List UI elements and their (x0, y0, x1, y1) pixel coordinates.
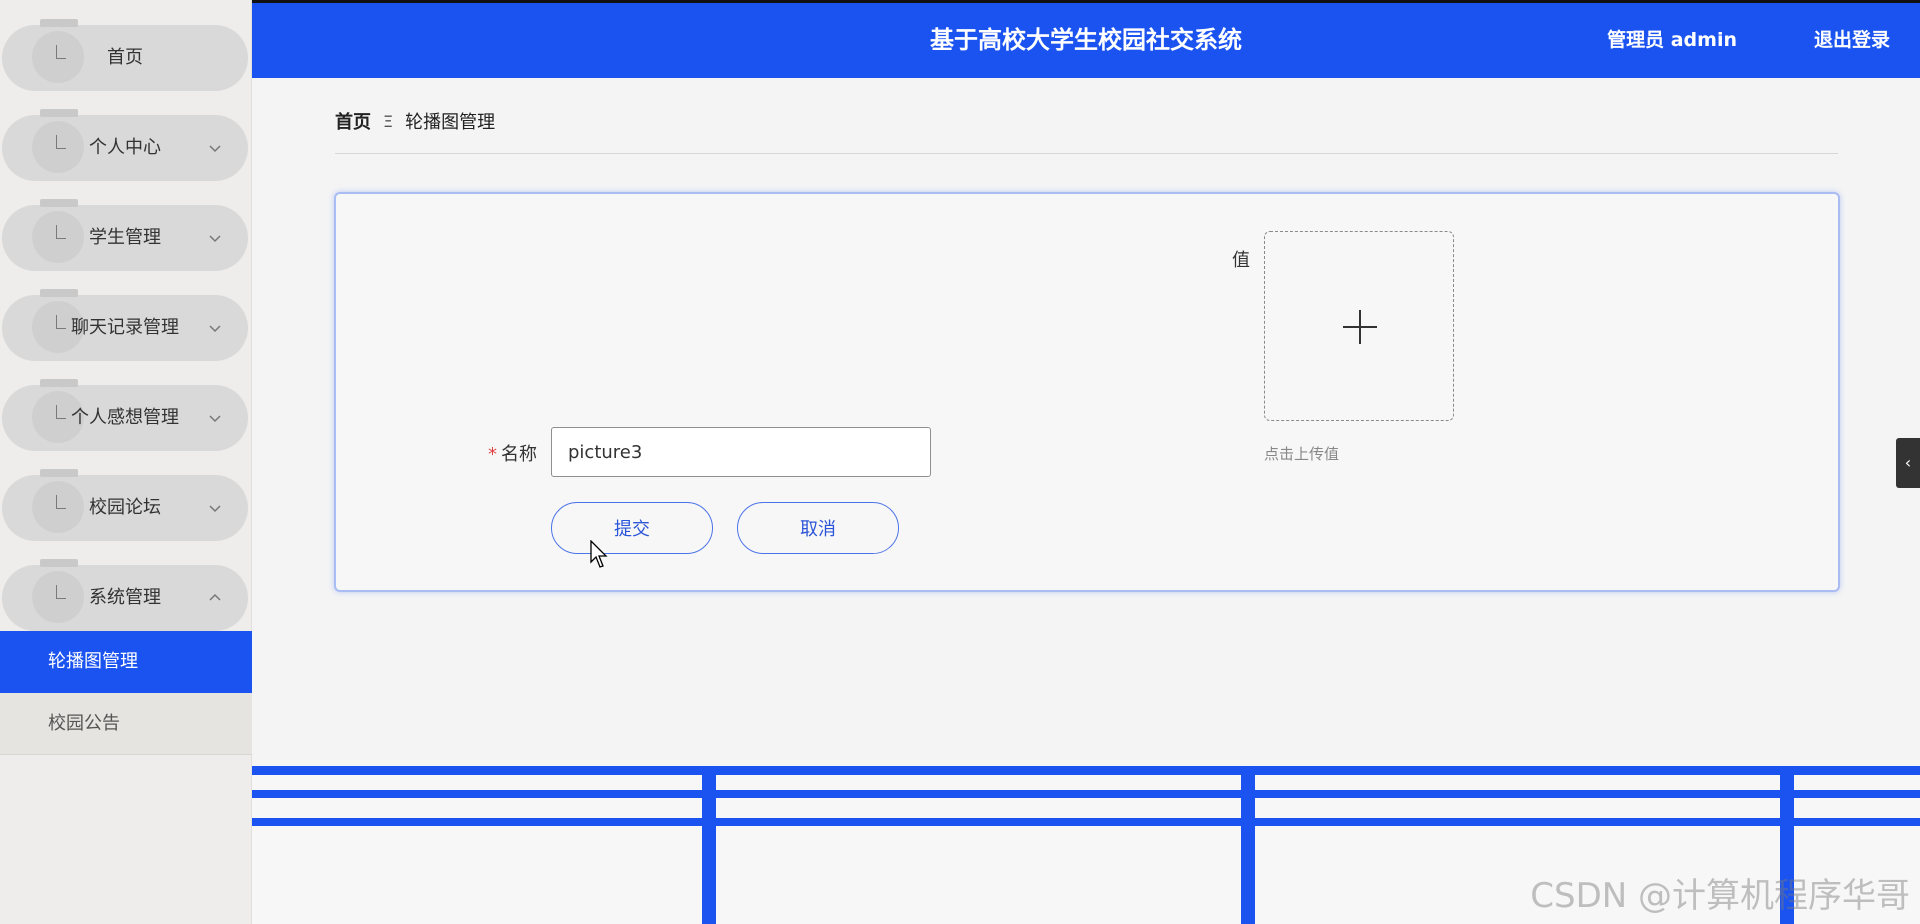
sidebar-item-student-management[interactable]: 学生管理 (2, 199, 248, 271)
image-upload-box[interactable] (1264, 231, 1454, 421)
value-field-label: 值 (1232, 250, 1250, 271)
sidebar-item-label: 首页 (107, 47, 143, 68)
decorative-stripe (702, 766, 716, 924)
sidebar-item-personal-thoughts[interactable]: 个人感想管理 (2, 379, 248, 451)
sidebar-item-home[interactable]: 首页 (2, 19, 248, 91)
submit-button[interactable]: 提交 (551, 502, 713, 554)
sidebar-item-campus-forum[interactable]: 校园论坛 (2, 469, 248, 541)
sidebar-subitem-campus-notice[interactable]: 校园公告 (0, 693, 252, 755)
breadcrumb: 首页 Ξ 轮播图管理 (335, 108, 495, 134)
plus-icon (1359, 310, 1361, 344)
chevron-up-icon (209, 593, 221, 601)
chevron-down-icon (209, 325, 221, 333)
decorative-stripe (1241, 766, 1255, 924)
sidebar-item-chat-records[interactable]: 聊天记录管理 (2, 289, 248, 361)
collapse-panel-tab[interactable]: ‹ (1896, 438, 1920, 488)
chevron-down-icon (209, 505, 221, 513)
chevron-down-icon (209, 415, 221, 423)
chevron-down-icon (209, 235, 221, 243)
current-user: 管理员 admin (1607, 29, 1737, 51)
required-asterisk: * (488, 444, 497, 465)
top-header: 基于高校大学生校园社交系统 管理员 admin 退出登录 (252, 0, 1920, 78)
decorative-stripe (252, 818, 1920, 826)
decorative-stripe (252, 790, 1920, 798)
sidebar-item-system-management[interactable]: 系统管理 (2, 559, 248, 631)
watermark: CSDN @计算机程序华哥 (1530, 876, 1910, 916)
decorative-stripe (252, 766, 1920, 775)
breadcrumb-current: 轮播图管理 (405, 112, 496, 133)
upload-hint: 点击上传值 (1264, 445, 1340, 463)
mouse-cursor-icon (590, 540, 608, 568)
name-field-label: * 名称 (488, 444, 537, 465)
sidebar: 首页 个人中心 学生管理 聊天记录管理 个人感想管理 校园论坛 系统管理 轮播图… (0, 0, 252, 924)
sidebar-subitem-carousel-management[interactable]: 轮播图管理 (0, 631, 252, 693)
breadcrumb-home[interactable]: 首页 (335, 108, 371, 134)
logout-link[interactable]: 退出登录 (1814, 3, 1890, 78)
name-input[interactable] (551, 427, 931, 477)
breadcrumb-divider (335, 153, 1838, 154)
sidebar-item-personal-center[interactable]: 个人中心 (2, 109, 248, 181)
chevron-down-icon (209, 145, 221, 153)
cancel-button[interactable]: 取消 (737, 502, 899, 554)
breadcrumb-separator-icon: Ξ (383, 111, 394, 131)
